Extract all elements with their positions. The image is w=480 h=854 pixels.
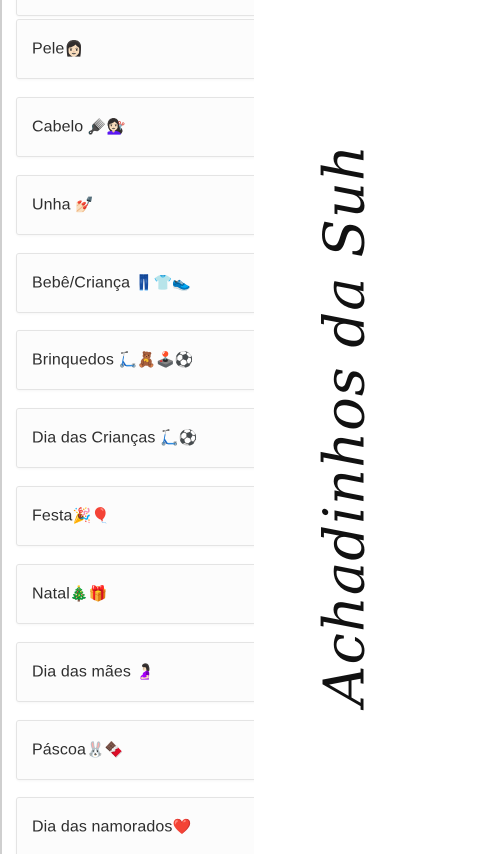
category-card-pele[interactable]: Pele👩🏻 [16, 19, 256, 79]
category-label: Dia das Crianças 🛴⚽ [32, 428, 198, 447]
brand-title: Achadinhos da Suh [312, 144, 378, 706]
category-card-partial[interactable] [16, 0, 256, 16]
category-label: Páscoa🐰🍫 [32, 740, 124, 759]
category-card-dia-das-maes[interactable]: Dia das mães 🤰🏻 [16, 642, 256, 702]
woman-emoji-icon: 👩🏻 [64, 39, 84, 58]
category-card-unha[interactable]: Unha 💅🏻 [16, 175, 256, 235]
category-label: Festa🎉🎈 [32, 506, 111, 525]
category-label: Cabelo 🪮💇🏻‍♀️ [32, 117, 126, 136]
pregnant-woman-emoji-icon: 🤰🏻 [135, 662, 155, 681]
rabbit-chocolate-emoji-icon: 🐰🍫 [85, 740, 124, 759]
tree-gift-emoji-icon: 🎄🎁 [69, 584, 108, 603]
category-label: Unha 💅🏻 [32, 195, 94, 214]
category-card-cabelo[interactable]: Cabelo 🪮💇🏻‍♀️ [16, 97, 256, 157]
category-card-bebe-crianca[interactable]: Bebê/Criança 👖👕👟 [16, 253, 256, 313]
heart-emoji-icon: ❤️ [172, 817, 192, 836]
toys-emoji-icon: 🛴🧸🕹️⚽ [118, 350, 194, 369]
category-label: Bebê/Criança 👖👕👟 [32, 273, 192, 292]
category-card-dia-das-criancas[interactable]: Dia das Crianças 🛴⚽ [16, 408, 256, 468]
scooter-ball-emoji-icon: 🛴⚽ [159, 428, 198, 447]
party-balloon-emoji-icon: 🎉🎈 [72, 506, 111, 525]
category-card-festa[interactable]: Festa🎉🎈 [16, 486, 256, 546]
nail-polish-emoji-icon: 💅🏻 [75, 195, 94, 214]
category-label: Natal🎄🎁 [32, 584, 108, 603]
category-label: Pele👩🏻 [32, 39, 84, 58]
hair-comb-emoji-icon: 🪮💇🏻‍♀️ [87, 117, 126, 136]
category-label: Dia das mães 🤰🏻 [32, 662, 155, 681]
category-card-brinquedos[interactable]: Brinquedos 🛴🧸🕹️⚽ [16, 330, 256, 390]
category-card-dia-dos-namorados[interactable]: Dia das namorados❤️ [16, 797, 256, 854]
category-card-natal[interactable]: Natal🎄🎁 [16, 564, 256, 624]
category-label: Brinquedos 🛴🧸🕹️⚽ [32, 350, 194, 369]
category-list: Pele👩🏻 Cabelo 🪮💇🏻‍♀️ Unha 💅🏻 Bebê/Crianç… [0, 0, 256, 854]
clothes-emoji-icon: 👖👕👟 [134, 273, 192, 292]
category-card-pascoa[interactable]: Páscoa🐰🍫 [16, 720, 256, 780]
category-label: Dia das namorados❤️ [32, 817, 192, 836]
